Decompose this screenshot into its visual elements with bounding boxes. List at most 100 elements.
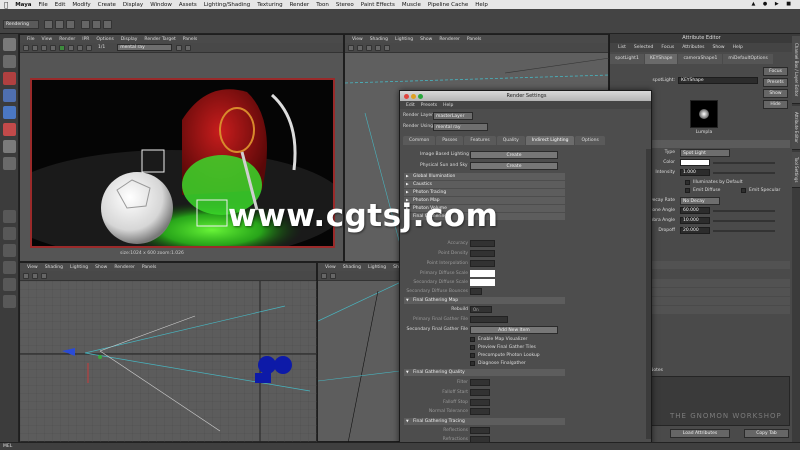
lights-icon[interactable] bbox=[384, 44, 390, 51]
top-grid-icon[interactable] bbox=[32, 272, 38, 279]
persp-bottom-menu-view[interactable]: View bbox=[325, 265, 336, 270]
rgb-channel-icon[interactable] bbox=[68, 44, 74, 51]
menu-help[interactable]: Help bbox=[475, 2, 488, 8]
command-line[interactable]: MEL bbox=[0, 442, 800, 450]
layout-two-icon[interactable] bbox=[3, 244, 16, 257]
menu-window[interactable]: Window bbox=[150, 2, 172, 8]
persp-bottom-menu-lighting[interactable]: Lighting bbox=[368, 265, 386, 270]
select-hierarchy-icon[interactable] bbox=[81, 20, 90, 29]
cone-angle-slider[interactable] bbox=[713, 210, 775, 212]
menu-assets[interactable]: Assets bbox=[179, 2, 197, 8]
layout-graph-icon[interactable] bbox=[3, 295, 16, 308]
rs-tab-indirect-lighting[interactable]: Indirect Lighting bbox=[525, 136, 575, 145]
filter-field[interactable] bbox=[470, 379, 490, 386]
dropoff-slider[interactable] bbox=[713, 230, 775, 232]
preview-tiles-checkbox[interactable] bbox=[470, 345, 475, 350]
menu-stereo[interactable]: Stereo bbox=[336, 2, 354, 8]
top-shade-icon[interactable] bbox=[41, 272, 47, 279]
menu-render[interactable]: Render bbox=[290, 2, 310, 8]
reflections-field[interactable] bbox=[470, 427, 490, 434]
menu-texturing[interactable]: Texturing bbox=[257, 2, 282, 8]
menu-set-dropdown[interactable]: Rendering bbox=[3, 20, 39, 29]
render-view-menu-file[interactable]: File bbox=[27, 37, 35, 42]
textured-icon[interactable] bbox=[375, 44, 381, 51]
layout-four-icon[interactable] bbox=[3, 227, 16, 240]
ae-tab-midefaultoptions[interactable]: miDefaultOptions bbox=[723, 54, 773, 64]
top-menu-show[interactable]: Show bbox=[95, 265, 107, 270]
side-tab-tool-settings[interactable]: Tool Settings bbox=[792, 152, 800, 188]
minimize-window-icon[interactable] bbox=[411, 93, 416, 99]
lasso-tool-icon[interactable] bbox=[3, 55, 16, 68]
top-menu-view[interactable]: View bbox=[27, 265, 38, 270]
side-tab-channel-box[interactable]: Channel Box / Layer Editor bbox=[792, 36, 800, 104]
node-name-field[interactable]: KEYShape bbox=[678, 77, 758, 84]
ae-menu-focus[interactable]: Focus bbox=[661, 45, 674, 50]
decay-dropdown[interactable]: No Decay bbox=[680, 197, 720, 205]
layout-hypershade-icon[interactable] bbox=[3, 278, 16, 291]
keep-image-icon[interactable] bbox=[176, 44, 183, 51]
fg-quality-section[interactable]: Final Gathering Quality bbox=[404, 369, 565, 376]
primary-fg-file-field[interactable] bbox=[470, 316, 508, 323]
menu-paint-effects[interactable]: Paint Effects bbox=[361, 2, 395, 8]
ipr-icon[interactable] bbox=[50, 44, 56, 51]
save-scene-icon[interactable] bbox=[66, 20, 75, 29]
rs-tab-common[interactable]: Common bbox=[403, 136, 436, 145]
ae-tab-camerashape[interactable]: cameraShape1 bbox=[678, 54, 723, 64]
persp-camera-icon[interactable] bbox=[321, 272, 327, 279]
layout-single-icon[interactable] bbox=[3, 210, 16, 223]
emit-diffuse-checkbox[interactable] bbox=[685, 188, 690, 193]
add-new-item-button[interactable]: Add New Item bbox=[470, 326, 558, 334]
layout-outliner-icon[interactable] bbox=[3, 261, 16, 274]
top-menu-renderer[interactable]: Renderer bbox=[114, 265, 135, 270]
copy-tab-button[interactable]: Copy Tab bbox=[744, 429, 789, 438]
rotate-tool-icon[interactable] bbox=[3, 106, 16, 119]
scale-tool-icon[interactable] bbox=[3, 123, 16, 136]
persp-top-menu-panels[interactable]: Panels bbox=[467, 37, 481, 42]
app-name[interactable]: Maya bbox=[15, 2, 31, 8]
illum-default-checkbox[interactable] bbox=[685, 180, 690, 185]
penumbra-slider[interactable] bbox=[713, 220, 775, 222]
menu-muscle[interactable]: Muscle bbox=[402, 2, 421, 8]
render-layer-dropdown[interactable]: masterLayer bbox=[433, 112, 473, 120]
color-slider[interactable] bbox=[713, 162, 775, 164]
menu-pipeline-cache[interactable]: Pipeline Cache bbox=[428, 2, 468, 8]
menu-edit[interactable]: Edit bbox=[55, 2, 66, 8]
ae-menu-show[interactable]: Show bbox=[712, 45, 724, 50]
persp-top-menu-view[interactable]: View bbox=[352, 37, 363, 42]
select-object-icon[interactable] bbox=[92, 20, 101, 29]
menu-display[interactable]: Display bbox=[123, 2, 143, 8]
ae-menu-attributes[interactable]: Attributes bbox=[682, 45, 704, 50]
normal-tolerance-field[interactable] bbox=[470, 408, 490, 415]
persp-top-menu-show[interactable]: Show bbox=[420, 37, 432, 42]
fg-tracing-section[interactable]: Final Gathering Tracing bbox=[404, 418, 565, 425]
menu-modify[interactable]: Modify bbox=[72, 2, 90, 8]
render-view-menu-render[interactable]: Render bbox=[59, 37, 75, 42]
light-color-swatch[interactable] bbox=[680, 159, 710, 166]
rebuild-dropdown[interactable]: On bbox=[470, 306, 492, 313]
map-visualizer-checkbox[interactable] bbox=[470, 337, 475, 342]
physical-sun-create-button[interactable]: Create bbox=[470, 162, 558, 170]
ae-menu-help[interactable]: Help bbox=[733, 45, 743, 50]
emit-specular-checkbox[interactable] bbox=[741, 188, 746, 193]
wireframe-icon[interactable] bbox=[357, 44, 363, 51]
top-viewport[interactable]: View Shading Lighting Show Renderer Pane… bbox=[19, 262, 318, 443]
persp-grid-icon[interactable] bbox=[330, 272, 336, 279]
render-view-menu-view[interactable]: View bbox=[42, 37, 53, 42]
persp-top-menu-lighting[interactable]: Lighting bbox=[395, 37, 413, 42]
manipulator-tool-icon[interactable] bbox=[3, 140, 16, 153]
presets-button[interactable]: Presets bbox=[763, 78, 788, 87]
global-illumination-section[interactable]: Global Illumination bbox=[404, 173, 565, 180]
render-camera-dropdown[interactable]: mental ray bbox=[117, 44, 173, 51]
render-view-menu-panels[interactable]: Panels bbox=[183, 37, 197, 42]
final-gathering-map-section[interactable]: Final Gathering Map bbox=[404, 297, 565, 304]
render-view-menu-ipr[interactable]: IPR bbox=[82, 37, 89, 42]
side-tab-attribute-editor[interactable]: Attribute Editor bbox=[792, 106, 800, 150]
move-tool-icon[interactable] bbox=[3, 89, 16, 102]
rs-tab-options[interactable]: Options bbox=[575, 136, 605, 145]
select-tool-icon[interactable] bbox=[3, 38, 16, 51]
light-type-dropdown[interactable]: Spot Light bbox=[680, 149, 730, 157]
rs-tab-passes[interactable]: Passes bbox=[436, 136, 464, 145]
caustics-section[interactable]: Caustics bbox=[404, 181, 565, 188]
persp-top-menu-shading[interactable]: Shading bbox=[370, 37, 388, 42]
zoom-window-icon[interactable] bbox=[418, 93, 423, 99]
